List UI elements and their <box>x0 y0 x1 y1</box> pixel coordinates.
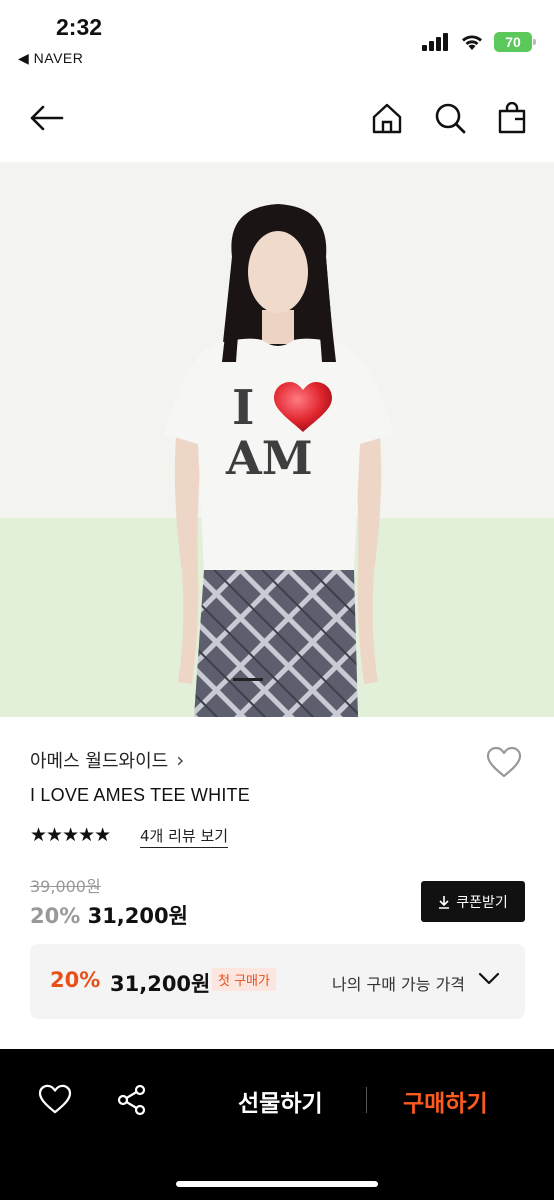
share-button[interactable] <box>116 1084 148 1120</box>
heart-icon <box>38 1084 72 1114</box>
best-price: 31,200원 <box>110 972 211 996</box>
gift-button[interactable]: 선물하기 <box>238 1084 323 1118</box>
coupon-label: 쿠폰받기 <box>456 894 508 911</box>
signal-icon <box>422 33 448 51</box>
wishlist-button[interactable] <box>486 746 522 782</box>
status-icons: 70 <box>422 30 536 54</box>
shirt-text-i: I <box>232 380 254 436</box>
slide-indicator[interactable] <box>233 678 263 681</box>
product-name: I LOVE AMES TEE WHITE <box>30 785 250 805</box>
divider <box>366 1087 367 1113</box>
battery-level: 70 <box>505 34 521 50</box>
review-link[interactable]: 4개 리뷰 보기 <box>140 825 229 848</box>
back-arrow-icon <box>30 105 64 131</box>
back-to-app-link[interactable]: ◀ NAVER <box>18 50 83 67</box>
coupon-button[interactable]: 쿠폰받기 <box>421 881 525 922</box>
rating-stars: ★★★★★ <box>30 824 111 846</box>
home-indicator[interactable] <box>176 1181 378 1187</box>
brand-link[interactable]: 아메스 월드와이드 › <box>30 747 184 773</box>
best-discount-percent: 20% <box>50 968 101 992</box>
home-button[interactable] <box>369 100 405 136</box>
product-image[interactable]: I AM <box>0 162 554 717</box>
my-price-label: 나의 구매 가능 가격 <box>332 975 466 994</box>
discount-percent: 20% <box>30 904 81 928</box>
sale-price: 31,200원 <box>87 904 188 928</box>
search-icon <box>435 103 466 134</box>
shopping-bag-icon <box>498 102 526 134</box>
bottom-action-bar: 선물하기 구매하기 <box>0 1049 554 1200</box>
original-price: 39,000원 <box>30 877 101 896</box>
best-price-box[interactable]: 20% 31,200원 첫 구매가 나의 구매 가능 가격 <box>30 944 525 1019</box>
model-illustration: I AM <box>164 204 394 717</box>
share-icon <box>117 1084 146 1116</box>
cart-button[interactable] <box>494 100 530 136</box>
buy-button[interactable]: 구매하기 <box>403 1084 488 1118</box>
first-purchase-badge: 첫 구매가 <box>212 968 276 991</box>
sale-price-row: 20% 31,200원 <box>30 900 188 930</box>
chevron-down-icon[interactable] <box>478 972 500 986</box>
home-icon <box>372 103 402 134</box>
back-button[interactable] <box>28 100 64 136</box>
bottom-wishlist-button[interactable] <box>38 1084 72 1118</box>
chevron-right-icon: › <box>176 748 185 772</box>
brand-name: 아메스 월드와이드 <box>30 751 169 772</box>
heart-icon <box>486 746 522 778</box>
search-button[interactable] <box>432 100 468 136</box>
wifi-icon <box>462 35 482 50</box>
battery-icon: 70 <box>494 32 536 52</box>
status-time: 2:32 <box>56 14 103 40</box>
download-icon <box>439 895 450 909</box>
back-app-label: NAVER <box>33 50 84 66</box>
shirt-text-am: AM <box>225 431 313 485</box>
